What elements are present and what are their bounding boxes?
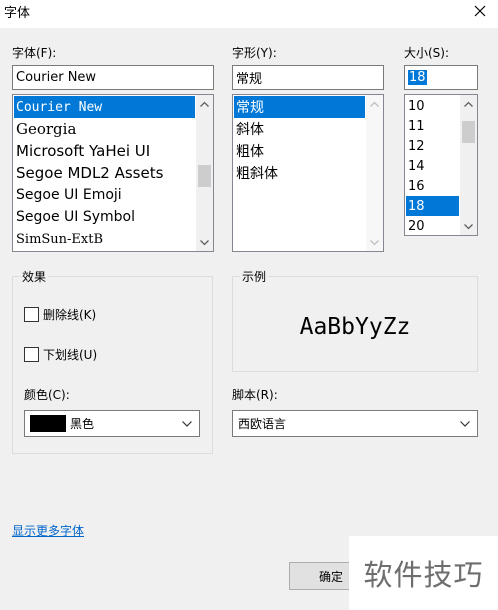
sample-text: AaBbYyZz [299, 314, 411, 340]
size-item-18[interactable]: 18 [406, 196, 459, 216]
underline-checkbox[interactable]: 下划线(U) [24, 346, 97, 363]
chevron-up-icon [464, 101, 473, 107]
font-item-courier-new[interactable]: Courier New [14, 96, 195, 118]
style-listbox[interactable]: 常规 斜体 粗体 粗斜体 [232, 94, 384, 252]
size-item-12[interactable]: 12 [406, 136, 459, 156]
font-item-microsoft-yahei-ui[interactable]: Microsoft YaHei UI [14, 140, 195, 162]
style-item-italic[interactable]: 斜体 [234, 118, 365, 140]
size-item-11[interactable]: 11 [406, 116, 459, 136]
chevron-up-icon [200, 101, 209, 107]
scroll-thumb[interactable] [462, 121, 475, 143]
chevron-down-icon [370, 239, 379, 245]
font-size-value: 18 [408, 70, 427, 85]
scroll-down-button[interactable] [196, 234, 213, 251]
color-dropdown[interactable]: 黑色 [24, 410, 200, 437]
font-style-input[interactable]: 常规 [232, 65, 384, 90]
font-item-georgia[interactable]: Georgia [14, 118, 195, 140]
font-item-segoe-mdl2-assets[interactable]: Segoe MDL2 Assets [14, 162, 195, 184]
underline-label: 下划线(U) [43, 348, 98, 362]
scroll-down-button[interactable] [366, 234, 383, 251]
style-item-bold[interactable]: 粗体 [234, 140, 365, 162]
checkbox-box [24, 347, 39, 362]
font-size-input[interactable]: 18 [404, 65, 478, 90]
strikeout-label: 删除线(K) [43, 308, 97, 322]
color-swatch [30, 415, 66, 432]
style-label: 字形(Y): [232, 46, 277, 60]
chevron-down-icon [464, 223, 473, 229]
sample-group-title: 示例 [240, 268, 269, 285]
scroll-down-button[interactable] [460, 218, 477, 235]
font-listbox[interactable]: Courier New Georgia Microsoft YaHei UI S… [12, 94, 214, 252]
window-title: 字体 [4, 6, 31, 21]
script-value: 西欧语言 [238, 417, 287, 431]
font-scrollbar[interactable] [196, 95, 213, 251]
script-dropdown[interactable]: 西欧语言 [232, 410, 478, 437]
size-listbox[interactable]: 10 11 12 14 16 18 20 [404, 94, 478, 236]
close-button[interactable] [466, 0, 494, 22]
scroll-up-button[interactable] [460, 95, 477, 112]
size-item-14[interactable]: 14 [406, 156, 459, 176]
size-item-10[interactable]: 10 [406, 96, 459, 116]
chevron-up-icon [370, 101, 379, 107]
chevron-down-icon [182, 420, 192, 427]
title-bar [0, 0, 498, 28]
font-name-input[interactable]: Courier New [12, 65, 214, 90]
font-item-segoe-ui-symbol[interactable]: Segoe UI Symbol [14, 206, 195, 228]
chevron-down-icon [460, 420, 470, 427]
chevron-down-icon [200, 239, 209, 245]
scroll-up-button[interactable] [366, 95, 383, 112]
color-value: 黑色 [70, 417, 95, 431]
color-label: 颜色(C): [24, 388, 70, 402]
checkbox-box [24, 307, 39, 322]
strikeout-checkbox[interactable]: 删除线(K) [24, 306, 96, 323]
scroll-thumb[interactable] [198, 165, 211, 187]
close-icon [474, 5, 486, 17]
style-scrollbar[interactable] [366, 95, 383, 251]
watermark: 软件技巧 [349, 536, 498, 610]
show-more-fonts-link[interactable]: 显示更多字体 [12, 522, 84, 539]
size-scrollbar[interactable] [460, 95, 477, 235]
font-item-segoe-ui-emoji[interactable]: Segoe UI Emoji [14, 184, 195, 206]
font-label: 字体(F): [12, 46, 57, 60]
size-item-20[interactable]: 20 [406, 216, 459, 235]
script-label: 脚本(R): [232, 388, 278, 402]
scroll-up-button[interactable] [196, 95, 213, 112]
size-label: 大小(S): [404, 46, 450, 60]
style-item-regular[interactable]: 常规 [234, 96, 365, 118]
effects-group-title: 效果 [20, 268, 49, 285]
watermark-text: 软件技巧 [363, 558, 484, 592]
style-item-bold-italic[interactable]: 粗斜体 [234, 162, 365, 184]
font-item-simsun-extb[interactable]: SimSun-ExtB [14, 228, 195, 250]
size-item-16[interactable]: 16 [406, 176, 459, 196]
